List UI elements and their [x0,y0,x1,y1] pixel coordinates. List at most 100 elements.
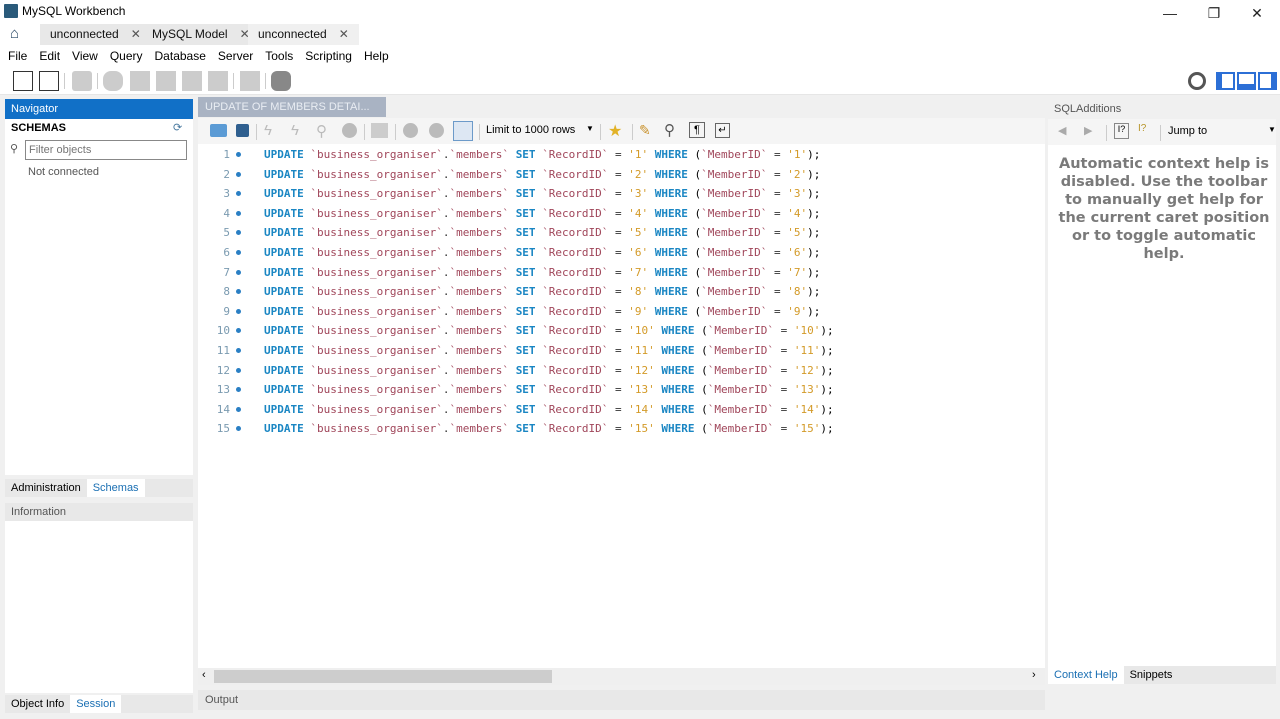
explain-icon[interactable]: ⚲ [316,122,327,140]
app-tab[interactable]: unconnected ✕ [40,24,151,45]
menu-help[interactable]: Help [360,45,397,67]
scrollbar-thumb[interactable] [214,670,552,683]
scroll-left-icon[interactable]: ‹ [202,669,206,681]
home-icon[interactable]: ⌂ [10,25,19,42]
statement-marker-icon [236,152,241,157]
create-function-icon[interactable] [208,71,228,91]
toggle-output-icon[interactable] [1237,72,1256,90]
code-line[interactable]: 3 UPDATE `business_organiser`.`members` S… [198,184,1045,203]
create-procedure-icon[interactable] [182,71,202,91]
line-number: 14 [216,402,230,416]
tab-administration[interactable]: Administration [5,479,87,497]
beautify-icon[interactable]: ✎ [639,122,651,139]
code-line[interactable]: 5 UPDATE `business_organiser`.`members` S… [198,223,1045,242]
search-table-data-icon[interactable] [240,71,260,91]
inspector-icon[interactable] [72,71,92,91]
close-button[interactable]: ✕ [1235,2,1279,24]
sql-token: `MemberID` [701,226,768,240]
sql-token: UPDATE [264,363,304,377]
code-line[interactable]: 2 UPDATE `business_organiser`.`members` S… [198,165,1045,184]
chevron-down-icon[interactable]: ▼ [1268,125,1276,134]
toggle-sidebar-icon[interactable] [1216,72,1235,90]
menu-tools[interactable]: Tools [261,45,301,67]
sql-token: SET [515,148,536,161]
sql-token: `RecordID` [542,265,609,279]
commit-icon[interactable] [403,123,418,138]
restore-button[interactable]: ❐ [1192,2,1236,24]
menu-scripting[interactable]: Scripting [301,45,360,67]
horizontal-scrollbar[interactable]: ‹ › [198,668,1045,685]
jump-to-select[interactable]: Jump to [1168,125,1207,137]
open-file-icon[interactable] [210,124,227,137]
code-line[interactable]: 8 UPDATE `business_organiser`.`members` S… [198,282,1045,301]
execute-current-icon[interactable]: ϟ [291,122,299,139]
code-line[interactable]: 6 UPDATE `business_organiser`.`members` S… [198,243,1045,262]
sql-token: `business_organiser` [310,383,443,397]
menu-view[interactable]: View [68,45,106,67]
code-line[interactable]: 13 UPDATE `business_organiser`.`members` … [198,380,1045,399]
preferences-icon[interactable] [1188,72,1206,90]
scroll-right-icon[interactable]: › [1032,669,1036,681]
menu-server[interactable]: Server [214,45,261,67]
sql-token: = [774,246,781,259]
tab-snippets[interactable]: Snippets [1124,666,1179,684]
close-icon[interactable]: ✕ [339,24,349,45]
close-icon[interactable]: ✕ [131,24,141,45]
reconnect-icon[interactable] [271,71,291,91]
code-line[interactable]: 12 UPDATE `business_organiser`.`members` … [198,361,1045,380]
help-toolbar: ◀ ▶ I? I? Jump to ▼ [1048,119,1276,145]
tab-schemas[interactable]: Schemas [86,479,145,497]
code-line[interactable]: 9 UPDATE `business_organiser`.`members` S… [198,302,1045,321]
sql-token: = [774,265,781,279]
autocommit-toggle-icon[interactable] [453,121,473,141]
connection-status: Not connected [28,166,99,178]
toggle-secondary-sidebar-icon[interactable] [1258,72,1277,90]
sql-token: = [615,148,622,161]
menu-edit[interactable]: Edit [35,45,68,67]
find-icon[interactable]: ⚲ [664,121,675,139]
code-line[interactable]: 10 UPDATE `business_organiser`.`members` … [198,321,1045,340]
create-schema-icon[interactable] [103,71,123,91]
code-line[interactable]: 7 UPDATE `business_organiser`.`members` S… [198,263,1045,282]
sql-editor[interactable]: 1 UPDATE `business_organiser`.`members` S… [198,144,1045,668]
code-line[interactable]: 4 UPDATE `business_organiser`.`members` S… [198,204,1045,223]
limit-rows-select[interactable]: Limit to 1000 rows [486,124,575,136]
toggle-auto-help-icon[interactable]: I? [1114,123,1129,139]
sql-string-value: '3' [628,187,649,201]
execute-icon[interactable]: ϟ [264,122,272,139]
menu-file[interactable]: File [4,45,35,67]
code-line[interactable]: 15 UPDATE `business_organiser`.`members` … [198,419,1045,438]
menu-database[interactable]: Database [151,45,214,67]
code-line[interactable]: 1 UPDATE `business_organiser`.`members` S… [198,145,1045,164]
open-sql-script-icon[interactable] [39,71,59,91]
tab-context-help[interactable]: Context Help [1048,666,1124,684]
tab-object-info[interactable]: Object Info [5,695,70,713]
sql-token: = [615,422,622,436]
manual-help-icon[interactable]: I? [1138,123,1146,134]
create-view-icon[interactable] [156,71,176,91]
word-wrap-icon[interactable]: ↵ [715,123,730,138]
menu-query[interactable]: Query [106,45,151,67]
new-sql-tab-icon[interactable] [13,71,33,91]
sql-token: `members` [449,167,510,181]
minimize-button[interactable]: — [1148,2,1192,24]
invisible-chars-icon[interactable]: ¶ [689,122,705,138]
chevron-down-icon[interactable]: ▼ [586,124,594,133]
save-icon[interactable] [236,124,249,137]
refresh-icon[interactable]: ⟳ [173,121,182,134]
app-tab-active[interactable]: unconnected ✕ [248,24,359,45]
back-icon[interactable]: ◀ [1058,124,1066,137]
create-table-icon[interactable] [130,71,150,91]
toggle-error-icon[interactable] [371,123,388,138]
code-line[interactable]: 11 UPDATE `business_organiser`.`members` … [198,341,1045,360]
forward-icon[interactable]: ▶ [1084,124,1092,137]
filter-objects-input[interactable] [25,140,187,160]
tab-session[interactable]: Session [70,695,122,713]
stop-icon[interactable] [342,123,357,138]
schemas-label: SCHEMAS [11,122,67,134]
rollback-icon[interactable] [429,123,444,138]
sql-editor-tab[interactable]: UPDATE OF MEMBERS DETAI... ✕ [198,97,386,132]
app-tab[interactable]: MySQL Model ✕ [142,24,260,45]
add-snippet-icon[interactable]: ★ [608,121,622,141]
code-line[interactable]: 14 UPDATE `business_organiser`.`members` … [198,400,1045,419]
